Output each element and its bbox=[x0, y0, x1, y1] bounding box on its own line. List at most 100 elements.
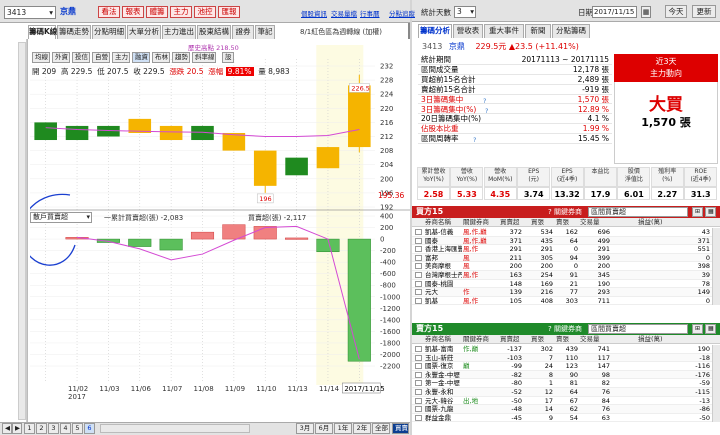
left-tab-4[interactable]: 主力進出 bbox=[162, 25, 196, 39]
stock-code-input[interactable]: 3413 ▾ bbox=[4, 6, 56, 19]
row-cell: 67 bbox=[569, 396, 578, 405]
chart-toolbar-4[interactable]: 主力 bbox=[112, 52, 130, 63]
indicator-select[interactable]: 散戶買賣超 ▾ bbox=[30, 212, 92, 223]
row-checkbox[interactable] bbox=[415, 280, 422, 287]
right-tab-4[interactable]: 分點籌碼 bbox=[552, 24, 590, 38]
top-link-0[interactable]: 個股資訊 bbox=[301, 8, 327, 18]
max-label: 歷史高點 218.50 bbox=[188, 44, 239, 52]
period-button-2[interactable]: 1年 bbox=[334, 423, 352, 434]
stats-key: 3日籌碼集中 bbox=[421, 94, 464, 104]
row-checkbox[interactable] bbox=[415, 389, 422, 395]
row-checkbox[interactable] bbox=[415, 346, 422, 352]
buy-export-button[interactable]: ⊞ bbox=[692, 207, 703, 217]
period-button-0[interactable]: 3月 bbox=[296, 423, 314, 434]
price-tick: 200 bbox=[380, 175, 393, 183]
row-cell: 17 bbox=[544, 396, 553, 405]
date-label: 11/14 bbox=[319, 385, 340, 393]
date-input[interactable]: 2017/11/15 bbox=[592, 6, 637, 18]
page-button-1[interactable]: 1 bbox=[24, 423, 35, 434]
refresh-button[interactable]: 更新 bbox=[692, 5, 716, 18]
row-checkbox[interactable] bbox=[415, 354, 422, 361]
chart-toolbar-1[interactable]: 外資 bbox=[52, 52, 70, 63]
help-icon[interactable]: ? bbox=[485, 107, 488, 115]
left-tab-1[interactable]: 籌碼走勢 bbox=[57, 25, 91, 39]
row-checkbox[interactable] bbox=[415, 229, 422, 235]
period-button-4[interactable]: 全部 bbox=[372, 423, 390, 434]
row-cell: 211 bbox=[509, 253, 522, 262]
sell-grid-button[interactable]: ▦ bbox=[705, 324, 716, 334]
top-link-1[interactable]: 交易量檔 bbox=[331, 8, 357, 18]
row-checkbox[interactable] bbox=[415, 397, 422, 404]
row-checkbox[interactable] bbox=[415, 297, 422, 304]
chart-toolbar-3[interactable]: 自營 bbox=[92, 52, 110, 63]
buy-filter-select[interactable]: 區間買賣超 bbox=[588, 207, 688, 217]
stats-value: 1.99 % bbox=[582, 124, 609, 134]
help-icon[interactable]: ? bbox=[483, 97, 486, 105]
row-checkbox[interactable] bbox=[415, 406, 422, 413]
row-checkbox[interactable] bbox=[415, 371, 422, 378]
row-checkbox[interactable] bbox=[415, 380, 422, 387]
left-tab-2[interactable]: 分點明細 bbox=[92, 25, 126, 39]
right-tab-2[interactable]: 重大事件 bbox=[484, 24, 524, 38]
chart-toolbar-7[interactable]: 趨勢 bbox=[172, 52, 190, 63]
period-active-button[interactable]: 買賣 bbox=[392, 423, 409, 434]
row-checkbox[interactable] bbox=[415, 237, 422, 244]
chart-toolbar-2[interactable]: 投信 bbox=[72, 52, 90, 63]
sell-scrollbar[interactable] bbox=[712, 345, 720, 423]
chart-toolbar-0[interactable]: 均線 bbox=[32, 52, 50, 63]
row-cell: 499 bbox=[597, 236, 610, 245]
buy-grid-button[interactable]: ▦ bbox=[705, 207, 716, 217]
page-button-2[interactable]: 2 bbox=[36, 423, 47, 434]
row-checkbox[interactable] bbox=[415, 263, 422, 270]
row-cell: 64 bbox=[569, 388, 578, 396]
page-button-6[interactable]: 6 bbox=[84, 423, 95, 434]
row-checkbox[interactable] bbox=[415, 254, 422, 261]
top-button-0[interactable]: 看法 bbox=[98, 6, 120, 18]
chart-toolbar-5[interactable]: 融資 bbox=[132, 52, 150, 63]
chart-settings-button[interactable]: 設 bbox=[222, 52, 234, 63]
horizontal-scrollbar[interactable] bbox=[100, 424, 250, 433]
help-icon[interactable]: ? bbox=[473, 136, 476, 144]
left-tab-0[interactable]: 籌碼K線 bbox=[28, 25, 57, 39]
chart-toolbar-8[interactable]: 斜率線 bbox=[192, 52, 216, 63]
row-checkbox[interactable] bbox=[415, 414, 422, 421]
left-tab-7[interactable]: 筆記 bbox=[255, 25, 275, 39]
right-tab-1[interactable]: 營收表 bbox=[453, 24, 483, 38]
left-tab-3[interactable]: 大單分析 bbox=[127, 25, 161, 39]
today-button[interactable]: 今天 bbox=[665, 5, 687, 18]
stats-key: 3日籌碼集中(%) bbox=[421, 104, 477, 114]
top-button-2[interactable]: 體籌 bbox=[146, 6, 168, 18]
top-button-3[interactable]: 主力 bbox=[170, 6, 192, 18]
left-tab-6[interactable]: 證券 bbox=[232, 25, 254, 39]
sell-export-button[interactable]: ⊞ bbox=[692, 324, 703, 334]
top-link-3[interactable]: 分點追蹤 bbox=[389, 8, 415, 18]
vertical-scrollbar[interactable] bbox=[18, 42, 26, 420]
period-button-1[interactable]: 6月 bbox=[315, 423, 333, 434]
period-button-3[interactable]: 2年 bbox=[353, 423, 371, 434]
scroll-right-button[interactable]: ▶ bbox=[12, 423, 22, 434]
row-checkbox[interactable] bbox=[415, 272, 422, 278]
row-checkbox[interactable] bbox=[415, 246, 422, 253]
sell-filter-select[interactable]: 區間買賣超 bbox=[588, 324, 688, 334]
top-button-4[interactable]: 池控 bbox=[194, 6, 216, 18]
top-button-5[interactable]: 匯報 bbox=[218, 6, 240, 18]
stock-name: 京鼎 bbox=[60, 7, 76, 16]
chart-toolbar-6[interactable]: 布林 bbox=[152, 52, 170, 63]
top-link-2[interactable]: 行事曆 bbox=[360, 8, 380, 18]
row-checkbox[interactable] bbox=[415, 363, 422, 370]
page-button-3[interactable]: 3 bbox=[48, 423, 59, 434]
page-button-4[interactable]: 4 bbox=[60, 423, 71, 434]
left-tab-5[interactable]: 股東結構 bbox=[197, 25, 231, 39]
row-cell: 190 bbox=[697, 345, 710, 353]
row-checkbox[interactable] bbox=[415, 289, 422, 296]
calendar-icon[interactable]: ▦ bbox=[641, 6, 651, 18]
row-cell: 741 bbox=[597, 345, 610, 353]
buy-scrollbar[interactable] bbox=[712, 228, 720, 306]
right-tab-3[interactable]: 新聞 bbox=[525, 24, 551, 38]
row-cell: 439 bbox=[565, 345, 578, 353]
top-button-1[interactable]: 報表 bbox=[122, 6, 144, 18]
days-select[interactable]: 3 ▾ bbox=[454, 6, 476, 18]
page-button-5[interactable]: 5 bbox=[72, 423, 83, 434]
right-tab-0[interactable]: 籌碼分析 bbox=[418, 24, 452, 38]
scroll-left-button[interactable]: ◀ bbox=[2, 423, 12, 434]
